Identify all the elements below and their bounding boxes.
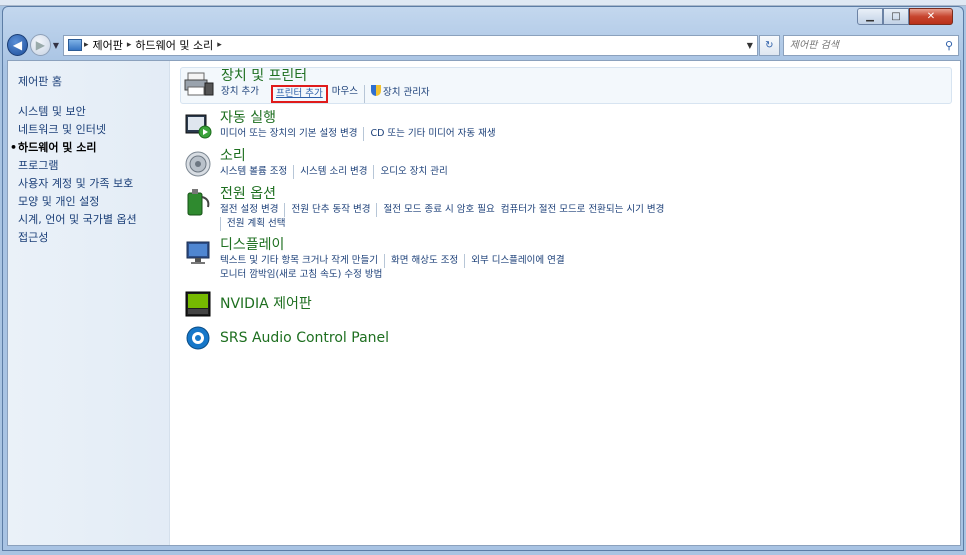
category-links: 텍스트 및 기타 항목 크거나 작게 만들기 화면 해상도 조정 외부 디스플레… [220,254,690,282]
category-title[interactable]: SRS Audio Control Panel [220,322,389,354]
content-area: 제어판 홈 시스템 및 보안 네트워크 및 인터넷 하드웨어 및 소리 프로그램… [7,60,961,546]
back-button[interactable]: ◀ [7,34,28,56]
link-device-manager-label: 장치 관리자 [382,87,430,98]
link-text-size[interactable]: 텍스트 및 기타 항목 크거나 작게 만들기 [220,254,384,268]
srs-icon[interactable] [182,322,214,354]
speaker-icon[interactable] [182,148,214,180]
sidebar-item-system-security[interactable]: 시스템 및 보안 [18,103,169,121]
close-button[interactable]: ✕ [909,8,953,25]
link-device-manager[interactable]: 장치 관리자 [363,85,436,103]
link-power-buttons[interactable]: 전원 단추 동작 변경 [284,203,376,217]
printer-icon[interactable] [183,68,215,100]
sidebar-item-user-accounts[interactable]: 사용자 계정 및 가족 보호 [18,175,169,193]
category-links: 절전 설정 변경 전원 단추 동작 변경 절전 모드 종료 시 암호 필요 컴퓨… [220,203,690,231]
nvidia-icon[interactable] [182,288,214,320]
address-dropdown-icon[interactable]: ▼ [747,41,753,50]
window-controls: ▁ □ ✕ [857,8,953,25]
link-sleep-timing[interactable]: 컴퓨터가 절전 모드로 전환되는 시기 변경 [501,203,671,217]
category-srs-audio: SRS Audio Control Panel [182,322,960,354]
link-add-device[interactable]: 장치 추가 [221,85,265,103]
link-external-display[interactable]: 외부 디스플레이에 연결 [464,254,570,268]
link-autoplay-cd[interactable]: CD 또는 기타 미디어 자동 재생 [363,127,501,141]
link-manage-audio[interactable]: 오디오 장치 관리 [373,165,453,179]
breadcrumb-control-panel[interactable]: 제어판 [93,37,123,53]
minimize-button[interactable]: ▁ [857,8,883,25]
link-mouse[interactable]: 마우스 [332,85,364,103]
category-title[interactable]: 소리 [220,148,690,165]
category-title[interactable]: NVIDIA 제어판 [220,288,312,320]
link-monitor-flicker[interactable]: 모니터 깜박임(새로 고침 속도) 수정 방법 [220,268,388,282]
link-change-sounds[interactable]: 시스템 소리 변경 [293,165,373,179]
forward-button[interactable]: ▶ [29,34,51,56]
category-autoplay: 자동 실행 미디어 또는 장치의 기본 설정 변경 CD 또는 기타 미디어 자… [182,110,960,142]
sidebar-home-link[interactable]: 제어판 홈 [18,73,169,89]
category-links: 시스템 볼륨 조정 시스템 소리 변경 오디오 장치 관리 [220,165,690,179]
category-title[interactable]: 디스플레이 [220,237,690,254]
main-panel: 장치 및 프린터 장치 추가 프린터 추가 마우스 장치 관리자 자동 실행 미… [170,61,960,545]
sidebar: 제어판 홈 시스템 및 보안 네트워크 및 인터넷 하드웨어 및 소리 프로그램… [8,61,170,545]
uac-shield-icon [370,85,381,96]
category-power: 전원 옵션 절전 설정 변경 전원 단추 동작 변경 절전 모드 종료 시 암호… [182,186,960,231]
sidebar-item-hardware-sound[interactable]: 하드웨어 및 소리 [10,139,169,157]
arrow-right-icon: ▶ [35,38,45,52]
search-box[interactable]: ⚲ [782,34,960,56]
recent-pages-dropdown[interactable]: ▼ [53,41,59,50]
category-links: 장치 추가 프린터 추가 마우스 장치 관리자 [221,85,691,103]
category-title[interactable]: 자동 실행 [220,110,690,127]
autoplay-icon[interactable] [182,110,214,142]
display-icon[interactable] [182,237,214,269]
control-panel-icon [67,39,82,51]
address-bar[interactable]: ▸ 제어판 ▸ 하드웨어 및 소리 ▸ ▼ [62,34,758,56]
search-input[interactable] [789,39,940,51]
maximize-button[interactable]: □ [883,8,909,25]
chevron-right-icon[interactable]: ▸ [127,40,132,50]
sidebar-item-programs[interactable]: 프로그램 [18,157,169,175]
refresh-button[interactable]: ↻ [758,34,780,56]
chevron-right-icon[interactable]: ▸ [84,40,89,50]
search-icon[interactable]: ⚲ [945,39,953,52]
sidebar-item-network[interactable]: 네트워크 및 인터넷 [18,121,169,139]
link-wake-password[interactable]: 절전 모드 종료 시 암호 필요 [376,203,500,217]
link-add-printer[interactable]: 프린터 추가 [270,85,328,103]
sidebar-item-clock-language[interactable]: 시계, 언어 및 국가별 옵션 [18,211,169,229]
refresh-icon: ↻ [765,39,774,51]
category-links: 미디어 또는 장치의 기본 설정 변경 CD 또는 기타 미디어 자동 재생 [220,127,690,141]
power-icon[interactable] [182,186,214,218]
category-display: 디스플레이 텍스트 및 기타 항목 크거나 작게 만들기 화면 해상도 조정 외… [182,237,960,282]
category-title[interactable]: 장치 및 프린터 [221,68,691,85]
link-screen-resolution[interactable]: 화면 해상도 조정 [383,254,464,268]
explorer-window: ▁ □ ✕ ◀ ▶ ▼ ▸ 제어판 ▸ 하드웨어 및 소리 ▸ ▼ ↻ ⚲ 제어… [2,6,964,551]
breadcrumb-hardware-sound[interactable]: 하드웨어 및 소리 [135,37,213,53]
link-power-plan[interactable]: 전원 계획 선택 [220,217,291,231]
link-sleep-settings[interactable]: 절전 설정 변경 [220,203,284,217]
link-autoplay-defaults[interactable]: 미디어 또는 장치의 기본 설정 변경 [220,127,363,141]
sidebar-item-accessibility[interactable]: 접근성 [18,229,169,247]
navigation-bar: ◀ ▶ ▼ ▸ 제어판 ▸ 하드웨어 및 소리 ▸ ▼ ↻ ⚲ [7,33,960,57]
sidebar-item-appearance[interactable]: 모양 및 개인 설정 [18,193,169,211]
category-title[interactable]: 전원 옵션 [220,186,690,203]
category-nvidia: NVIDIA 제어판 [182,288,960,320]
arrow-left-icon: ◀ [12,38,23,52]
category-devices-printers: 장치 및 프린터 장치 추가 프린터 추가 마우스 장치 관리자 [180,67,952,104]
link-adjust-volume[interactable]: 시스템 볼륨 조정 [220,165,293,179]
chevron-right-icon[interactable]: ▸ [217,40,222,50]
category-sound: 소리 시스템 볼륨 조정 시스템 소리 변경 오디오 장치 관리 [182,148,960,180]
